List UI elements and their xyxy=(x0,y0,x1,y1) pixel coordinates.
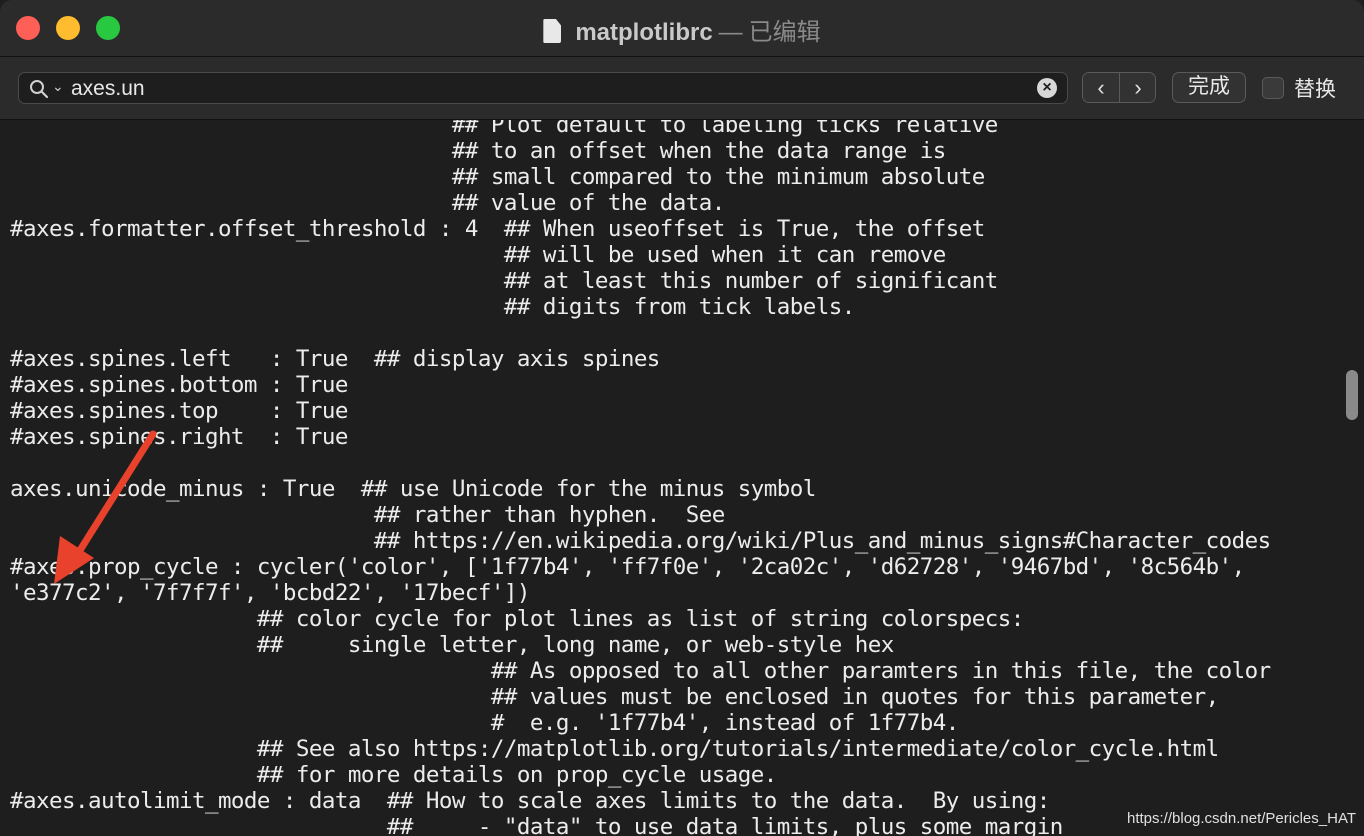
code-line: ## See also https://matplotlib.org/tutor… xyxy=(10,736,1219,762)
search-icon[interactable] xyxy=(29,79,49,99)
chevron-down-icon[interactable]: ⌄ xyxy=(52,78,64,95)
search-input[interactable] xyxy=(69,75,1013,103)
code-line: ## single letter, long name, or web-styl… xyxy=(10,632,894,658)
code-line: ## As opposed to all other paramters in … xyxy=(10,658,1271,684)
previous-match-button[interactable]: ‹ xyxy=(1083,73,1120,102)
watermark: https://blog.csdn.net/Pericles_HAT xyxy=(1127,810,1356,827)
window-title-status: 已编辑 xyxy=(748,19,821,46)
text-editor[interactable]: ## Plot default to labeling ticks relati… xyxy=(0,120,1364,836)
clear-search-icon[interactable]: × xyxy=(1037,78,1057,98)
code-line: ## value of the data. xyxy=(10,190,725,216)
replace-label: 替换 xyxy=(1294,78,1336,101)
code-line: ## at least this number of significant xyxy=(10,268,998,294)
find-bar: ⌄ × ‹ › 完成 替换 xyxy=(0,57,1364,120)
code-line: #axes.autolimit_mode : data ## How to sc… xyxy=(10,788,1050,814)
document-icon xyxy=(543,19,562,43)
window-title: matplotlibrc — 已编辑 xyxy=(0,12,1364,47)
code-line: ## to an offset when the data range is xyxy=(10,138,946,164)
code-line: ## - "data" to use data limits, plus som… xyxy=(10,814,1063,836)
code-line: #axes.prop_cycle : cycler('color', ['1f7… xyxy=(10,554,1245,580)
code-line: #axes.spines.top : True xyxy=(10,398,348,424)
next-match-button[interactable]: › xyxy=(1120,73,1155,102)
window-title-filename: matplotlibrc xyxy=(575,19,713,46)
find-navigation: ‹ › xyxy=(1082,72,1156,103)
code-line: ## https://en.wikipedia.org/wiki/Plus_an… xyxy=(10,528,1271,554)
code-line: #axes.spines.bottom : True xyxy=(10,372,348,398)
red-arrow-icon xyxy=(54,430,157,584)
vertical-scrollbar[interactable] xyxy=(1346,370,1358,420)
done-button[interactable]: 完成 xyxy=(1172,72,1246,103)
code-line: ## values must be enclosed in quotes for… xyxy=(10,684,1219,710)
code-line: # e.g. '1f77b4', instead of 1f77b4. xyxy=(10,710,959,736)
title-bar: matplotlibrc — 已编辑 xyxy=(0,0,1364,57)
text-editor-window: matplotlibrc—已编辑 ⌄ × ‹ › 完成 替换 ## Plot d… xyxy=(0,0,1364,836)
code-line: ## small compared to the minimum absolut… xyxy=(10,164,985,190)
window-title-separator: — xyxy=(718,19,743,46)
replace-checkbox[interactable] xyxy=(1262,77,1284,99)
code-line: ## for more details on prop_cycle usage. xyxy=(10,762,777,788)
code-line: ## Plot default to labeling ticks relati… xyxy=(10,120,998,138)
code-line: #axes.formatter.offset_threshold : 4 ## … xyxy=(10,216,985,242)
code-line: ## will be used when it can remove xyxy=(10,242,946,268)
code-line: ## digits from tick labels. xyxy=(10,294,855,320)
code-line: #axes.spines.left : True ## display axis… xyxy=(10,346,660,372)
code-line: ## color cycle for plot lines as list of… xyxy=(10,606,1024,632)
search-field[interactable]: ⌄ × xyxy=(18,72,1068,104)
